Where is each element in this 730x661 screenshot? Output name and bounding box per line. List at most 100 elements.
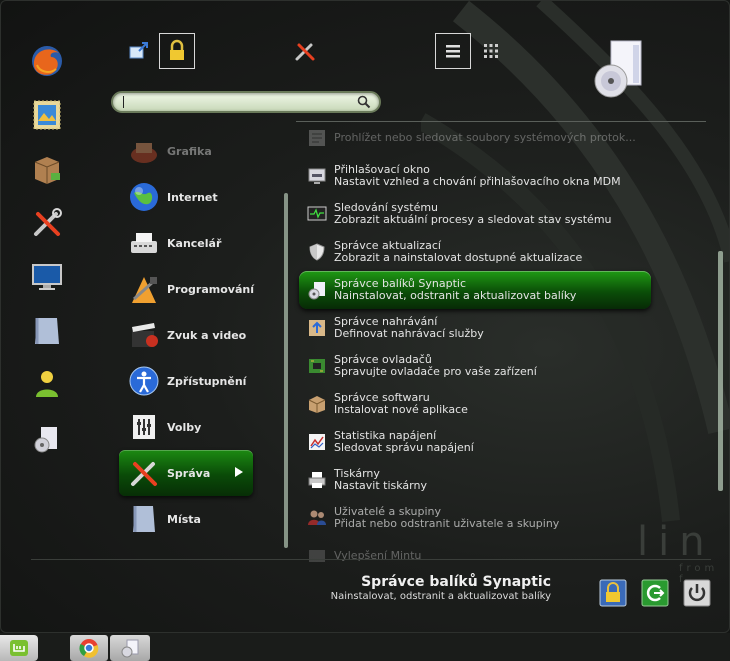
taskbar-software[interactable] xyxy=(110,635,150,661)
tools-icon xyxy=(127,456,161,490)
software-box-icon xyxy=(121,639,139,658)
app-description: Nastavit tiskárny xyxy=(334,479,427,492)
selected-app-big-icon xyxy=(594,40,642,98)
category-label: Volby xyxy=(167,420,202,434)
app-description: Nainstalovat, odstranit a aktualizovat b… xyxy=(334,289,577,302)
preferences-icon xyxy=(127,410,161,444)
logout-button[interactable] xyxy=(641,579,669,607)
app-description: Zobrazit a nainstalovat dostupné aktuali… xyxy=(334,251,583,264)
category-item[interactable]: Místa xyxy=(119,496,259,542)
application-list: Prohlížet nebo sledovat soubory systémov… xyxy=(299,119,651,575)
graphics-icon xyxy=(127,134,161,168)
selected-app-description: Nainstalovat, odstranit a aktualizovat b… xyxy=(330,591,551,602)
app-item[interactable]: Správce ovladačů Spravujte ovladače pro v… xyxy=(299,347,649,385)
category-item[interactable]: Volby xyxy=(119,404,259,450)
app-item[interactable]: Prohlížet nebo sledovat soubory systémov… xyxy=(299,119,649,157)
app-name: Prohlížet nebo sledovat soubory systémov… xyxy=(334,131,636,144)
favorite-firefox[interactable] xyxy=(23,37,71,85)
app-name: Vylepšení Mintu xyxy=(334,549,422,562)
app-item[interactable]: Přihlašovací okno Nastavit vzhled a chová… xyxy=(299,157,649,195)
app-item[interactable]: Sledování systému Zobrazit aktuální proce… xyxy=(299,195,649,233)
category-item[interactable]: Správa xyxy=(119,450,253,496)
app-description: Zobrazit aktuální procesy a sledovat sta… xyxy=(334,213,612,226)
mint-logo-icon xyxy=(10,640,28,656)
system-monitor-icon xyxy=(307,204,327,224)
taskbar-chrome[interactable] xyxy=(70,635,108,661)
shutdown-button[interactable] xyxy=(683,579,711,607)
app-description: Přidat nebo odstranit uživatele a skupin… xyxy=(334,517,560,530)
list-view-icon xyxy=(446,45,460,58)
text-cursor xyxy=(123,96,124,108)
app-item[interactable]: Správce aktualizací Zobrazit a nainstalov… xyxy=(299,233,649,271)
search-input[interactable] xyxy=(111,91,381,113)
logout-icon xyxy=(641,579,669,607)
category-list: Grafika Internet Kancelář Programování Z… xyxy=(119,128,259,542)
typewriter-icon xyxy=(127,226,161,260)
category-item[interactable]: Internet xyxy=(119,174,259,220)
menu-start-button[interactable] xyxy=(0,635,38,661)
power-icon xyxy=(683,579,711,607)
grid-view-button[interactable] xyxy=(473,33,509,69)
mint-tweaks-icon xyxy=(307,546,327,566)
divider xyxy=(31,559,711,560)
submenu-arrow-icon xyxy=(235,467,243,477)
category-label: Zpřístupnění xyxy=(167,374,247,388)
folder-icon xyxy=(127,502,161,536)
search-icon xyxy=(357,95,371,109)
category-label: Programování xyxy=(167,282,254,296)
folder-icon xyxy=(35,318,59,344)
software-box-icon xyxy=(307,394,327,414)
application-scrollbar[interactable] xyxy=(718,251,723,491)
app-item[interactable]: Správce balíků Synaptic Nainstalovat, ods… xyxy=(299,271,651,309)
favorite-image-viewer[interactable] xyxy=(23,91,71,139)
category-label: Internet xyxy=(167,190,218,204)
lock-screen-button[interactable] xyxy=(159,33,195,69)
login-window-icon xyxy=(307,166,327,186)
software-box-icon xyxy=(34,427,57,453)
user-person-icon xyxy=(36,371,58,397)
app-description: Nastavit vzhled a chování přihlašovacího… xyxy=(334,175,621,188)
category-item[interactable]: Grafika xyxy=(119,128,259,174)
category-label: Správa xyxy=(167,466,211,480)
favorite-software[interactable] xyxy=(23,415,71,463)
lock-button[interactable] xyxy=(599,579,627,607)
app-item[interactable]: Uživatelé a skupiny Přidat nebo odstranit… xyxy=(299,499,649,537)
list-view-button[interactable] xyxy=(435,33,471,69)
power-stats-icon xyxy=(307,432,327,452)
app-item[interactable]: Statistika napájení Sledovat správu napáj… xyxy=(299,423,649,461)
globe-icon xyxy=(127,180,161,214)
category-item[interactable]: Zpřístupnění xyxy=(119,358,259,404)
app-item[interactable]: Tiskárny Nastavit tiskárny xyxy=(299,461,649,499)
category-label: Kancelář xyxy=(167,236,222,250)
driver-chip-icon xyxy=(307,356,327,376)
app-description: Definovat nahrávací služby xyxy=(334,327,484,340)
app-item[interactable]: Správce nahrávání Definovat nahrávací slu… xyxy=(299,309,649,347)
programming-icon xyxy=(127,272,161,306)
category-item[interactable]: Zvuk a video xyxy=(119,312,259,358)
app-item[interactable]: Vylepšení Mintu xyxy=(299,537,649,575)
window-arrow-icon xyxy=(129,42,148,59)
users-icon xyxy=(307,508,327,528)
package-icon xyxy=(34,157,60,184)
favorite-display[interactable] xyxy=(23,253,71,301)
monitor-icon xyxy=(32,264,62,290)
category-item[interactable]: Programování xyxy=(119,266,259,312)
lock-screen-icon xyxy=(599,579,627,607)
log-viewer-icon xyxy=(307,128,327,148)
favorites-bar xyxy=(23,37,71,469)
upload-manager-icon xyxy=(307,318,327,338)
category-scrollbar[interactable] xyxy=(284,193,288,548)
favorite-chat[interactable] xyxy=(23,361,71,409)
favorite-archive[interactable] xyxy=(23,145,71,193)
places-button[interactable] xyxy=(121,33,157,69)
app-item[interactable]: Správce softwaru Instalovat nové aplikace xyxy=(299,385,649,423)
category-item[interactable]: Kancelář xyxy=(119,220,259,266)
lock-icon xyxy=(170,39,184,60)
app-description: Instalovat nové aplikace xyxy=(334,403,468,416)
app-description: Sledovat správu napájení xyxy=(334,441,474,454)
mint-menu: Grafika Internet Kancelář Programování Z… xyxy=(0,0,730,633)
synaptic-icon xyxy=(307,280,327,300)
control-center-button[interactable] xyxy=(287,33,323,69)
favorite-files[interactable] xyxy=(23,307,71,355)
favorite-settings[interactable] xyxy=(23,199,71,247)
